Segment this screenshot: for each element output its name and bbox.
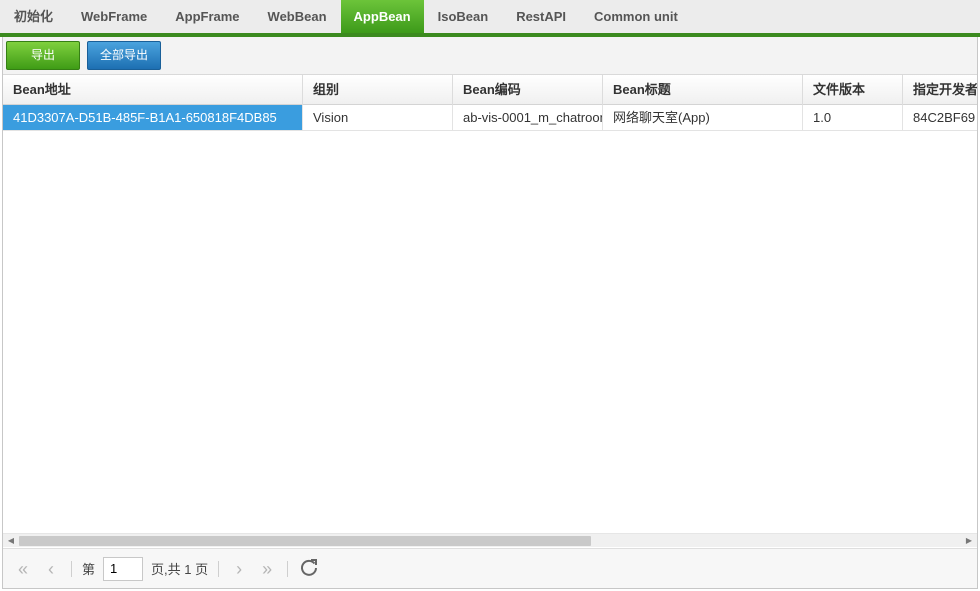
scroll-left-icon[interactable]: ◀ [5,535,17,547]
toolbar: 导出 全部导出 [3,37,977,74]
column-header-group[interactable]: 组别 [303,75,453,105]
column-header-developer[interactable]: 指定开发者 [903,75,977,105]
scroll-right-icon[interactable]: ▶ [963,535,975,547]
refresh-icon[interactable] [294,557,324,581]
tab-isobean[interactable]: IsoBean [424,0,503,33]
pagination: « ‹ 第 页,共 1 页 › » [3,548,977,588]
content-panel: 导出 全部导出 Bean地址 组别 Bean编码 Bean标题 文件版本 指定开… [2,37,978,589]
last-page-icon[interactable]: » [253,557,281,581]
export-button[interactable]: 导出 [6,41,80,70]
column-header-bean-title[interactable]: Bean标题 [603,75,803,105]
tab-init[interactable]: 初始化 [0,0,67,33]
tab-common-unit[interactable]: Common unit [580,0,692,33]
cell-bean-title[interactable]: 网络聊天室(App) [603,105,803,130]
cell-developer[interactable]: 84C2BF69 [903,105,977,130]
page-number-input[interactable] [103,556,144,581]
pager-separator [287,560,289,577]
table-row[interactable]: 41D3307A-D51B-485F-B1A1-650818F4DB85 Vis… [3,105,977,131]
prev-page-icon[interactable]: ‹ [37,557,65,581]
data-grid: Bean地址 组别 Bean编码 Bean标题 文件版本 指定开发者 41D33… [3,74,977,533]
cell-bean-code[interactable]: ab-vis-0001_m_chatroom [453,105,603,130]
horizontal-scrollbar[interactable]: ◀ ▶ [3,533,977,547]
column-header-bean-address[interactable]: Bean地址 [3,75,303,105]
tab-bar: 初始化 WebFrame AppFrame WebBean AppBean Is… [0,0,980,33]
tab-appframe[interactable]: AppFrame [161,0,253,33]
page-total-label: 页,共 1 页 [151,562,209,577]
tab-webbean[interactable]: WebBean [254,0,341,33]
tab-restapi[interactable]: RestAPI [502,0,580,33]
grid-header: Bean地址 组别 Bean编码 Bean标题 文件版本 指定开发者 [3,74,977,105]
pager-separator [218,560,220,577]
export-all-button[interactable]: 全部导出 [87,41,161,70]
cell-bean-address[interactable]: 41D3307A-D51B-485F-B1A1-650818F4DB85 [3,105,303,130]
scrollbar-thumb[interactable] [19,536,591,546]
pager-separator [71,560,72,577]
tab-appbean[interactable]: AppBean [340,0,424,33]
cell-group[interactable]: Vision [303,105,453,130]
column-header-bean-code[interactable]: Bean编码 [453,75,603,105]
page-prefix-label: 第 [82,562,96,577]
column-header-file-version[interactable]: 文件版本 [803,75,903,105]
first-page-icon[interactable]: « [9,557,37,581]
tab-webframe[interactable]: WebFrame [67,0,161,33]
cell-file-version[interactable]: 1.0 [803,105,903,130]
next-page-icon[interactable]: › [225,557,253,581]
